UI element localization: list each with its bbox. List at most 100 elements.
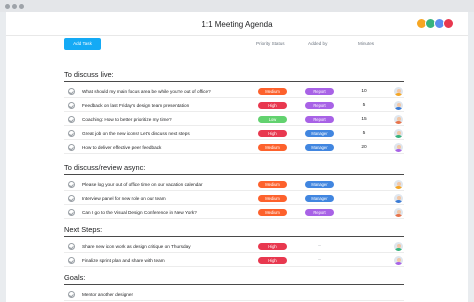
avatar-body <box>395 185 402 189</box>
assignee-avatar[interactable] <box>394 256 403 265</box>
complete-checkbox-icon[interactable] <box>68 195 75 202</box>
complete-checkbox-icon[interactable] <box>68 144 75 151</box>
avatar-body <box>395 120 402 124</box>
task-row[interactable]: Please log your out of office time on ou… <box>64 179 404 191</box>
section-header[interactable]: To discuss live: <box>64 68 404 82</box>
added-by-badge[interactable]: Manager <box>305 181 334 188</box>
task-row[interactable]: Great job on the new icons! Let's discus… <box>64 128 404 140</box>
priority-badge[interactable]: Medium <box>258 88 287 95</box>
priority-badge[interactable]: Medium <box>258 181 287 188</box>
window-close-dot[interactable] <box>5 4 10 9</box>
task-row[interactable]: Finalize sprint plan and share with team… <box>64 255 404 267</box>
complete-checkbox-icon[interactable] <box>68 243 75 250</box>
task-row[interactable]: Interview panel for new role on our team… <box>64 193 404 205</box>
window-maximize-dot[interactable] <box>19 4 24 9</box>
avatar-head <box>396 130 401 135</box>
added-by-badge[interactable]: Report <box>305 88 334 95</box>
priority-badge[interactable]: Medium <box>258 144 287 151</box>
assignee-avatar[interactable] <box>394 180 403 189</box>
task-name[interactable]: What should my main focus area be while … <box>82 89 211 94</box>
priority-badge[interactable]: Medium <box>258 209 287 216</box>
section-title: Next Steps: <box>64 225 103 234</box>
avatar-head <box>396 257 401 262</box>
task-row[interactable]: What should my main focus area be while … <box>64 86 404 98</box>
avatar-body <box>395 148 402 152</box>
added-by-badge[interactable]: Manager <box>305 130 334 137</box>
added-by-empty[interactable]: – <box>305 243 334 249</box>
priority-badge[interactable]: High <box>258 130 287 137</box>
avatar-head <box>396 195 401 200</box>
task-row[interactable]: Mentor another designer <box>64 289 404 301</box>
task-name[interactable]: Please log your out of office time on ou… <box>82 182 203 187</box>
assignee-avatar[interactable] <box>394 194 403 203</box>
added-by-badge[interactable]: Manager <box>305 144 334 151</box>
section-title: To discuss live: <box>64 70 114 79</box>
task-row[interactable]: Share new icon work as design critique o… <box>64 241 404 253</box>
assignee-avatar[interactable] <box>394 101 403 110</box>
column-header-priority[interactable]: Priority Status <box>256 41 285 46</box>
task-name[interactable]: Interview panel for new role on our team <box>82 196 166 201</box>
member-avatars[interactable] <box>416 18 456 29</box>
assignee-avatar[interactable] <box>394 143 403 152</box>
minutes-value[interactable]: 5 <box>354 131 374 136</box>
avatar-head <box>396 144 401 149</box>
avatar[interactable] <box>443 18 454 29</box>
assignee-avatar[interactable] <box>394 208 403 217</box>
add-task-button[interactable]: Add Task <box>64 38 101 50</box>
column-header-minutes[interactable]: Minutes <box>358 41 374 46</box>
complete-checkbox-icon[interactable] <box>68 88 75 95</box>
avatar-body <box>395 106 402 110</box>
task-row[interactable]: Coaching: How to better prioritize my ti… <box>64 114 404 126</box>
assignee-avatar[interactable] <box>394 115 403 124</box>
section-header[interactable]: Next Steps: <box>64 223 404 237</box>
task-name[interactable]: Feedback on last Friday's design team pr… <box>82 103 189 108</box>
priority-badge[interactable]: Low <box>258 116 287 123</box>
priority-badge[interactable]: Medium <box>258 195 287 202</box>
task-name[interactable]: How to deliver effective peer feedback <box>82 145 161 150</box>
task-name[interactable]: Share new icon work as design critique o… <box>82 244 191 249</box>
complete-checkbox-icon[interactable] <box>68 130 75 137</box>
added-by-badge[interactable]: Report <box>305 209 334 216</box>
added-by-badge[interactable]: Report <box>305 116 334 123</box>
complete-checkbox-icon[interactable] <box>68 116 75 123</box>
section-title: Goals: <box>64 273 86 282</box>
task-name[interactable]: Can I go to the Visual Design Conference… <box>82 210 197 215</box>
complete-checkbox-icon[interactable] <box>68 291 75 298</box>
assignee-avatar[interactable] <box>394 242 403 251</box>
priority-badge[interactable]: High <box>258 243 287 250</box>
priority-badge[interactable]: High <box>258 102 287 109</box>
column-header-added-by[interactable]: Added by <box>308 41 327 46</box>
task-name[interactable]: Great job on the new icons! Let's discus… <box>82 131 190 136</box>
assignee-avatar[interactable] <box>394 129 403 138</box>
complete-checkbox-icon[interactable] <box>68 102 75 109</box>
task-row[interactable]: How to deliver effective peer feedback Me… <box>64 142 404 154</box>
minutes-value[interactable]: 20 <box>354 145 374 150</box>
avatar-head <box>396 116 401 121</box>
task-row[interactable]: Can I go to the Visual Design Conference… <box>64 207 404 219</box>
avatar-body <box>395 92 402 96</box>
avatar-head <box>396 243 401 248</box>
section-title: To discuss/review async: <box>64 163 146 172</box>
task-row[interactable]: Feedback on last Friday's design team pr… <box>64 100 404 112</box>
window-minimize-dot[interactable] <box>12 4 17 9</box>
task-name[interactable]: Mentor another designer <box>82 292 133 297</box>
complete-checkbox-icon[interactable] <box>68 257 75 264</box>
complete-checkbox-icon[interactable] <box>68 209 75 216</box>
avatar-head <box>396 181 401 186</box>
avatar-head <box>396 102 401 107</box>
minutes-value[interactable]: 5 <box>354 103 374 108</box>
added-by-badge[interactable]: Manager <box>305 195 334 202</box>
section-header[interactable]: Goals: <box>64 271 404 285</box>
priority-badge[interactable]: High <box>258 257 287 264</box>
avatar-body <box>395 199 402 203</box>
assignee-avatar[interactable] <box>394 87 403 96</box>
added-by-badge[interactable]: Report <box>305 102 334 109</box>
task-name[interactable]: Coaching: How to better prioritize my ti… <box>82 117 172 122</box>
complete-checkbox-icon[interactable] <box>68 181 75 188</box>
task-name[interactable]: Finalize sprint plan and share with team <box>82 258 165 263</box>
added-by-empty[interactable]: – <box>305 257 334 263</box>
minutes-value[interactable]: 10 <box>354 89 374 94</box>
section-header[interactable]: To discuss/review async: <box>64 161 404 175</box>
avatar-body <box>395 247 402 251</box>
minutes-value[interactable]: 15 <box>354 117 374 122</box>
